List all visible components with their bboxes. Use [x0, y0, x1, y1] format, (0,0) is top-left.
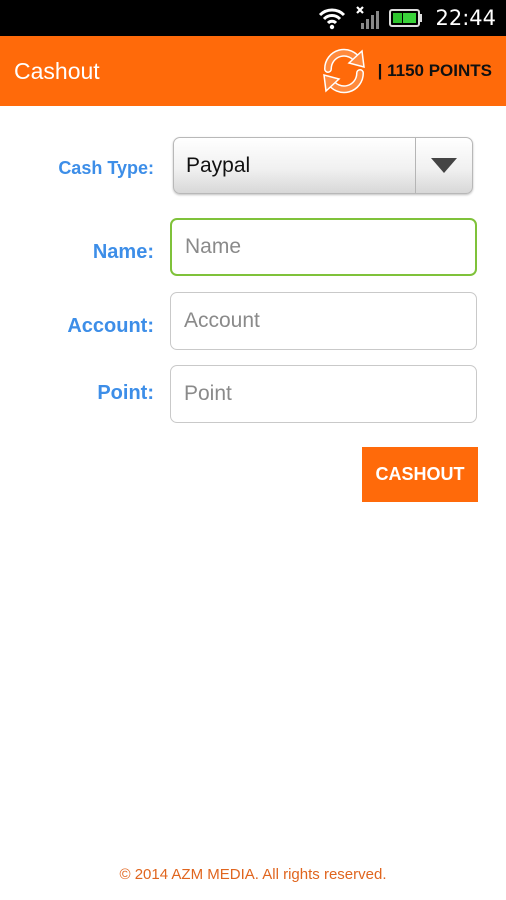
- dropdown-arrow-icon[interactable]: [415, 138, 472, 193]
- cash-type-select[interactable]: Paypal: [173, 137, 473, 194]
- copyright-footer: © 2014 AZM MEDIA. All rights reserved.: [119, 866, 387, 883]
- action-bar: Cashout | 1150 POINTS: [0, 36, 506, 106]
- refresh-button[interactable]: [316, 43, 372, 99]
- refresh-icon: [322, 48, 365, 94]
- battery-icon: [389, 9, 423, 27]
- cash-type-label: Cash Type:: [58, 158, 154, 178]
- point-input[interactable]: [170, 365, 477, 423]
- points-balance: | 1150 POINTS: [377, 61, 492, 80]
- page-title: Cashout: [14, 57, 100, 84]
- cashout-button[interactable]: CASHOUT: [362, 447, 478, 502]
- name-input[interactable]: [170, 218, 477, 276]
- point-label: Point:: [97, 382, 154, 404]
- wifi-icon: [317, 6, 347, 30]
- account-input[interactable]: [170, 292, 477, 350]
- status-bar: 22:44: [0, 0, 506, 36]
- signal-icon: [355, 5, 381, 31]
- name-label: Name:: [92, 241, 154, 263]
- account-label: Account:: [67, 315, 154, 337]
- status-time: 22:44: [435, 6, 496, 30]
- cash-type-value: Paypal: [186, 153, 251, 177]
